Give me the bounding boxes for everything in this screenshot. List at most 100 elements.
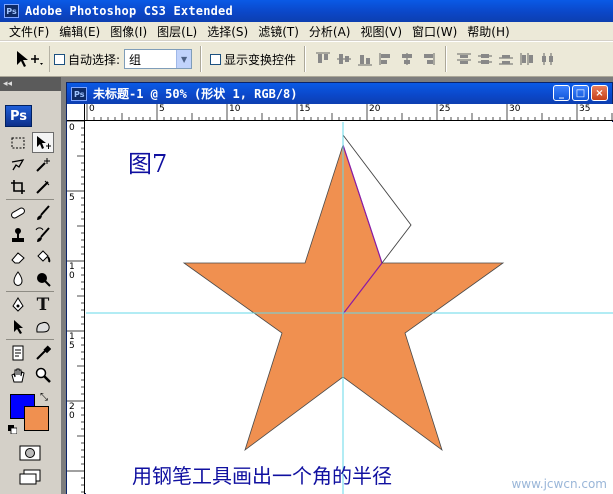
figure-label: 图7 bbox=[128, 150, 168, 178]
align-bottom-icon[interactable] bbox=[356, 50, 374, 68]
vertical-ruler-ticks bbox=[67, 121, 85, 493]
ruler-v-label: 0 bbox=[69, 123, 75, 133]
app-title-bar: Ps Adobe Photoshop CS3 Extended bbox=[0, 0, 613, 22]
separator bbox=[304, 46, 307, 72]
ruler-v-label: 5 bbox=[69, 193, 75, 203]
paint-bucket-tool-icon[interactable] bbox=[32, 246, 54, 267]
quick-mask-mode-icon[interactable] bbox=[19, 442, 41, 463]
zoom-tool-icon[interactable] bbox=[32, 364, 54, 385]
default-colors-icon[interactable] bbox=[8, 423, 18, 435]
lasso-tool-icon[interactable] bbox=[7, 154, 29, 175]
distribute-left-icon[interactable] bbox=[518, 50, 536, 68]
show-transform-label: 显示变换控件 bbox=[224, 52, 297, 67]
eraser-tool-icon[interactable] bbox=[7, 246, 29, 267]
distribute-hcenter-icon[interactable] bbox=[539, 50, 557, 68]
eyedropper-tool-icon[interactable] bbox=[32, 342, 54, 363]
document-window: Ps 未标题-1 @ 50% (形状 1, RGB/8) _ □ × 0 5 1… bbox=[66, 82, 613, 494]
ruler-h-label: 0 bbox=[89, 104, 95, 114]
ruler-h-label: 30 bbox=[509, 104, 521, 114]
screen-mode-icon[interactable] bbox=[19, 466, 41, 487]
ruler-h-label: 35 bbox=[579, 104, 591, 114]
ruler-h-label: 25 bbox=[439, 104, 451, 114]
ruler-v-label: 2 0 bbox=[69, 402, 75, 421]
swap-colors-icon[interactable]: ⤡ bbox=[40, 392, 48, 403]
brush-tool-icon[interactable] bbox=[32, 202, 54, 223]
auto-select-option[interactable]: 自动选择: bbox=[54, 51, 120, 68]
ruler-origin[interactable] bbox=[67, 104, 85, 121]
auto-select-value: 组 bbox=[129, 52, 142, 67]
menu-select[interactable]: 选择(S) bbox=[202, 23, 253, 40]
close-button[interactable]: × bbox=[591, 85, 608, 101]
toolbox-separator bbox=[6, 339, 54, 340]
separator bbox=[445, 46, 448, 72]
blur-tool-icon[interactable] bbox=[7, 268, 29, 289]
align-right-icon[interactable] bbox=[419, 50, 437, 68]
auto-select-checkbox[interactable] bbox=[54, 53, 65, 65]
menu-help[interactable]: 帮助(H) bbox=[462, 23, 514, 40]
background-color-swatch[interactable] bbox=[24, 406, 49, 431]
hand-tool-icon[interactable] bbox=[7, 364, 29, 385]
align-left-icon[interactable] bbox=[377, 50, 395, 68]
marquee-tool-icon[interactable] bbox=[7, 132, 29, 153]
menu-window[interactable]: 窗口(W) bbox=[407, 23, 462, 40]
path-selection-tool-icon[interactable] bbox=[7, 316, 29, 337]
move-tool-icon[interactable] bbox=[32, 132, 54, 153]
ruler-h-label: 15 bbox=[299, 104, 311, 114]
toolbox-separator bbox=[6, 199, 54, 200]
figure-caption: 用钢笔工具画出一个角的半径 bbox=[132, 464, 392, 488]
options-bar: 自动选择: 组 ▼ 显示变换控件 bbox=[0, 41, 613, 77]
ruler-h-label: 5 bbox=[159, 104, 165, 114]
slice-tool-icon[interactable] bbox=[32, 176, 54, 197]
history-brush-tool-icon[interactable] bbox=[32, 224, 54, 245]
svg-text:Ps: Ps bbox=[74, 90, 85, 99]
ps-logo[interactable]: Ps bbox=[5, 105, 32, 127]
menu-edit[interactable]: 编辑(E) bbox=[54, 23, 105, 40]
document-icon: Ps bbox=[71, 86, 87, 101]
ruler-v-label: 1 5 bbox=[69, 332, 75, 351]
align-top-icon[interactable] bbox=[314, 50, 332, 68]
app-icon: Ps bbox=[4, 4, 19, 18]
distribute-bottom-icon[interactable] bbox=[497, 50, 515, 68]
align-hcenter-icon[interactable] bbox=[398, 50, 416, 68]
menu-analysis[interactable]: 分析(A) bbox=[304, 23, 356, 40]
watermark-text: www.jcwcn.com bbox=[511, 477, 607, 491]
photoshop-app: Ps Adobe Photoshop CS3 Extended 文件(F) 编辑… bbox=[0, 0, 613, 494]
show-transform-option[interactable]: 显示变换控件 bbox=[210, 51, 296, 68]
notes-tool-icon[interactable] bbox=[7, 342, 29, 363]
horizontal-ruler[interactable]: 0 5 10 15 20 25 30 35 bbox=[85, 104, 613, 121]
align-vcenter-icon[interactable] bbox=[335, 50, 353, 68]
healing-brush-tool-icon[interactable] bbox=[7, 202, 29, 223]
ruler-v-label: 1 0 bbox=[69, 262, 75, 281]
auto-select-dropdown[interactable]: 组 ▼ bbox=[124, 49, 193, 69]
menu-file[interactable]: 文件(F) bbox=[4, 23, 54, 40]
distribute-top-icon[interactable] bbox=[455, 50, 473, 68]
crop-tool-icon[interactable] bbox=[7, 176, 29, 197]
clone-stamp-tool-icon[interactable] bbox=[7, 224, 29, 245]
auto-select-label: 自动选择: bbox=[68, 52, 121, 67]
document-title-bar[interactable]: Ps 未标题-1 @ 50% (形状 1, RGB/8) _ □ × bbox=[67, 83, 612, 104]
vertical-ruler[interactable]: 0 5 1 0 1 5 2 0 bbox=[67, 121, 85, 494]
menu-image[interactable]: 图像(I) bbox=[105, 23, 152, 40]
app-title: Adobe Photoshop CS3 Extended bbox=[25, 4, 233, 18]
toolbox-collapse-handle[interactable]: ◂◂ bbox=[0, 77, 61, 91]
pen-tool-icon[interactable] bbox=[7, 294, 29, 315]
menu-view[interactable]: 视图(V) bbox=[355, 23, 407, 40]
custom-shape-tool-icon[interactable] bbox=[32, 316, 54, 337]
distribute-vcenter-icon[interactable] bbox=[476, 50, 494, 68]
minimize-button[interactable]: _ bbox=[553, 85, 570, 101]
menu-layer[interactable]: 图层(L) bbox=[152, 23, 202, 40]
align-buttons bbox=[314, 50, 437, 68]
type-tool-icon[interactable]: T bbox=[32, 294, 54, 315]
show-transform-checkbox[interactable] bbox=[210, 53, 222, 65]
toolbox-panel: ◂◂ Ps T ⤡ bbox=[0, 77, 61, 494]
tool-preset-picker[interactable] bbox=[6, 46, 50, 72]
document-canvas[interactable]: 图7 用钢笔工具画出一个角的半径 www.jcwcn.com bbox=[86, 122, 613, 494]
move-tool-icon bbox=[16, 51, 43, 67]
maximize-button[interactable]: □ bbox=[572, 85, 589, 101]
separator bbox=[200, 46, 203, 72]
menu-filter[interactable]: 滤镜(T) bbox=[253, 23, 304, 40]
document-title: 未标题-1 @ 50% (形状 1, RGB/8) bbox=[93, 87, 298, 101]
magic-wand-tool-icon[interactable] bbox=[32, 154, 54, 175]
window-controls: _ □ × bbox=[553, 85, 608, 101]
dodge-tool-icon[interactable] bbox=[32, 268, 54, 289]
